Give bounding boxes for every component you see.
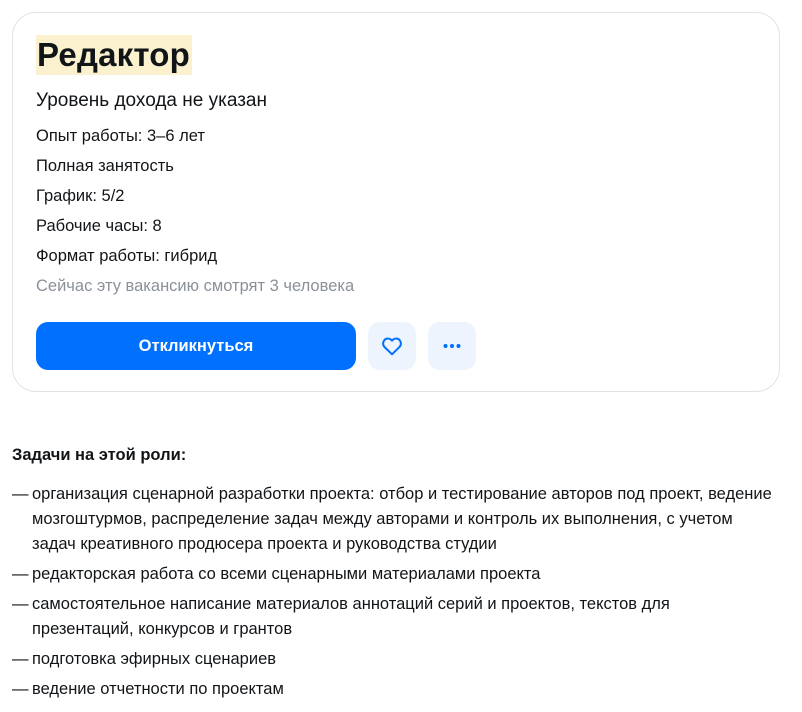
experience-text: Опыт работы: 3–6 лет bbox=[36, 127, 205, 145]
bullet-dash: — bbox=[12, 565, 29, 583]
vacancy-card: Редактор Уровень дохода не указан Опыт р… bbox=[12, 12, 780, 392]
heart-icon bbox=[382, 337, 402, 356]
more-button[interactable] bbox=[428, 322, 476, 370]
tasks-list: — организация сценарной разработки проек… bbox=[12, 482, 782, 707]
tasks-heading: Задачи на этой роли: bbox=[12, 446, 187, 464]
schedule-text: График: 5/2 bbox=[36, 187, 125, 205]
employment-text: Полная занятость bbox=[36, 157, 174, 175]
apply-button[interactable]: Откликнуться bbox=[36, 322, 356, 370]
more-dots-icon bbox=[443, 344, 461, 348]
task-text: самостоятельное написание материалов анн… bbox=[32, 595, 670, 638]
list-item: — ведение отчетности по проектам bbox=[12, 677, 782, 702]
favorite-button[interactable] bbox=[368, 322, 416, 370]
bullet-dash: — bbox=[12, 595, 29, 613]
list-item: — самостоятельное написание материалов а… bbox=[12, 592, 782, 642]
vacancy-title: Редактор bbox=[36, 35, 193, 75]
bullet-dash: — bbox=[12, 485, 29, 503]
list-item: — организация сценарной разработки проек… bbox=[12, 482, 782, 557]
list-item: — подготовка эфирных сценариев bbox=[12, 647, 782, 672]
watchers-text: Сейчас эту вакансию смотрят 3 человека bbox=[36, 277, 355, 295]
bullet-dash: — bbox=[12, 680, 29, 698]
task-text: ведение отчетности по проектам bbox=[32, 680, 284, 698]
bullet-dash: — bbox=[12, 650, 29, 668]
list-item: — редакторская работа со всеми сценарным… bbox=[12, 562, 782, 587]
task-text: организация сценарной разработки проекта… bbox=[32, 485, 772, 553]
task-text: подготовка эфирных сценариев bbox=[32, 650, 277, 668]
salary-text: Уровень дохода не указан bbox=[36, 90, 267, 111]
hours-text: Рабочие часы: 8 bbox=[36, 217, 162, 235]
work-format-text: Формат работы: гибрид bbox=[36, 247, 218, 265]
task-text: редакторская работа со всеми сценарными … bbox=[32, 565, 541, 583]
